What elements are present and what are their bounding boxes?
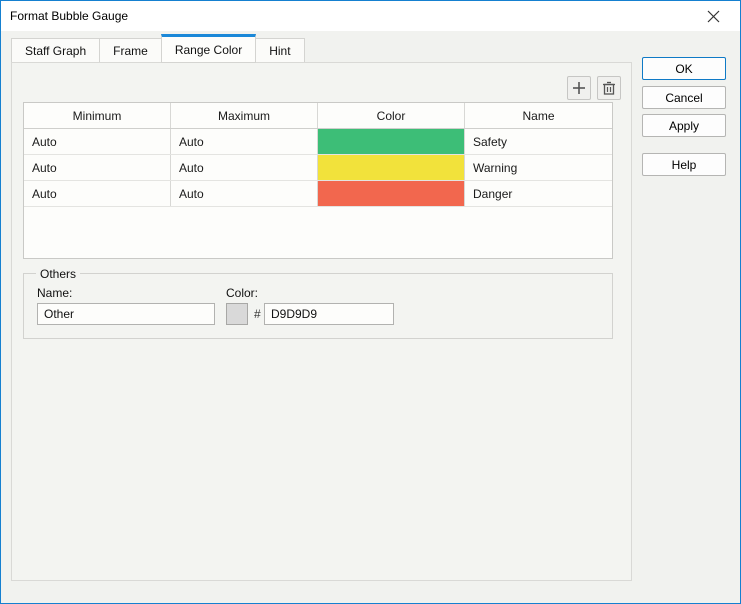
- cell-color[interactable]: [318, 155, 465, 180]
- cell-minimum[interactable]: Auto: [24, 155, 171, 180]
- table-header-row: Minimum Maximum Color Name: [24, 103, 612, 129]
- cell-minimum[interactable]: Auto: [24, 129, 171, 154]
- titlebar: Format Bubble Gauge: [1, 1, 740, 31]
- tab-range-color[interactable]: Range Color: [160, 34, 257, 63]
- tab-label: Range Color: [174, 42, 243, 57]
- tab-bar: Staff Graph Frame Range Color Hint: [11, 34, 305, 63]
- table-row[interactable]: Auto Auto Danger: [24, 181, 612, 207]
- color-label: Color:: [226, 286, 259, 300]
- other-name-input[interactable]: [37, 303, 215, 325]
- color-swatch-danger[interactable]: [318, 181, 464, 206]
- cell-maximum[interactable]: Auto: [171, 181, 318, 206]
- cell-color[interactable]: [318, 129, 465, 154]
- other-color-swatch[interactable]: [226, 303, 248, 325]
- table-row[interactable]: Auto Auto Safety: [24, 129, 612, 155]
- help-button[interactable]: Help: [642, 153, 726, 176]
- format-bubble-gauge-dialog: Format Bubble Gauge Staff Graph Frame Ra…: [0, 0, 741, 604]
- tab-label: Hint: [269, 43, 291, 58]
- cell-minimum[interactable]: Auto: [24, 181, 171, 206]
- cell-name[interactable]: Danger: [465, 181, 612, 206]
- close-icon: [707, 10, 720, 23]
- tab-hint[interactable]: Hint: [256, 38, 305, 63]
- plus-icon: [572, 81, 586, 95]
- header-minimum: Minimum: [24, 103, 171, 128]
- others-group: Others Name: Color: #: [23, 267, 613, 339]
- table-row[interactable]: Auto Auto Warning: [24, 155, 612, 181]
- others-group-legend: Others: [36, 267, 81, 281]
- close-button[interactable]: [694, 1, 732, 31]
- tab-frame[interactable]: Frame: [99, 38, 161, 63]
- other-color-hex-input[interactable]: [264, 303, 394, 325]
- tab-staff-graph[interactable]: Staff Graph: [11, 38, 100, 63]
- cell-maximum[interactable]: Auto: [171, 155, 318, 180]
- range-color-table: Minimum Maximum Color Name Auto Auto Saf…: [23, 102, 613, 259]
- trash-icon: [602, 81, 616, 95]
- header-name: Name: [522, 108, 555, 123]
- range-color-panel: Minimum Maximum Color Name Auto Auto Saf…: [11, 62, 632, 581]
- ok-button[interactable]: OK: [642, 57, 726, 80]
- cancel-button[interactable]: Cancel: [642, 86, 726, 109]
- cell-maximum[interactable]: Auto: [171, 129, 318, 154]
- delete-range-button[interactable]: [597, 76, 621, 100]
- tab-label: Staff Graph: [25, 43, 87, 58]
- add-range-button[interactable]: [567, 76, 591, 100]
- apply-button[interactable]: Apply: [642, 114, 726, 137]
- header-maximum: Maximum: [171, 103, 318, 128]
- tab-label: Frame: [113, 43, 148, 58]
- name-label: Name:: [37, 286, 73, 300]
- cell-name[interactable]: Safety: [465, 129, 612, 154]
- dialog-title: Format Bubble Gauge: [10, 9, 129, 23]
- color-swatch-warning[interactable]: [318, 155, 464, 180]
- header-color: Color: [318, 103, 465, 128]
- cell-color[interactable]: [318, 181, 465, 206]
- hash-sign: #: [254, 307, 261, 321]
- color-swatch-safety[interactable]: [318, 129, 464, 154]
- cell-name[interactable]: Warning: [465, 155, 612, 180]
